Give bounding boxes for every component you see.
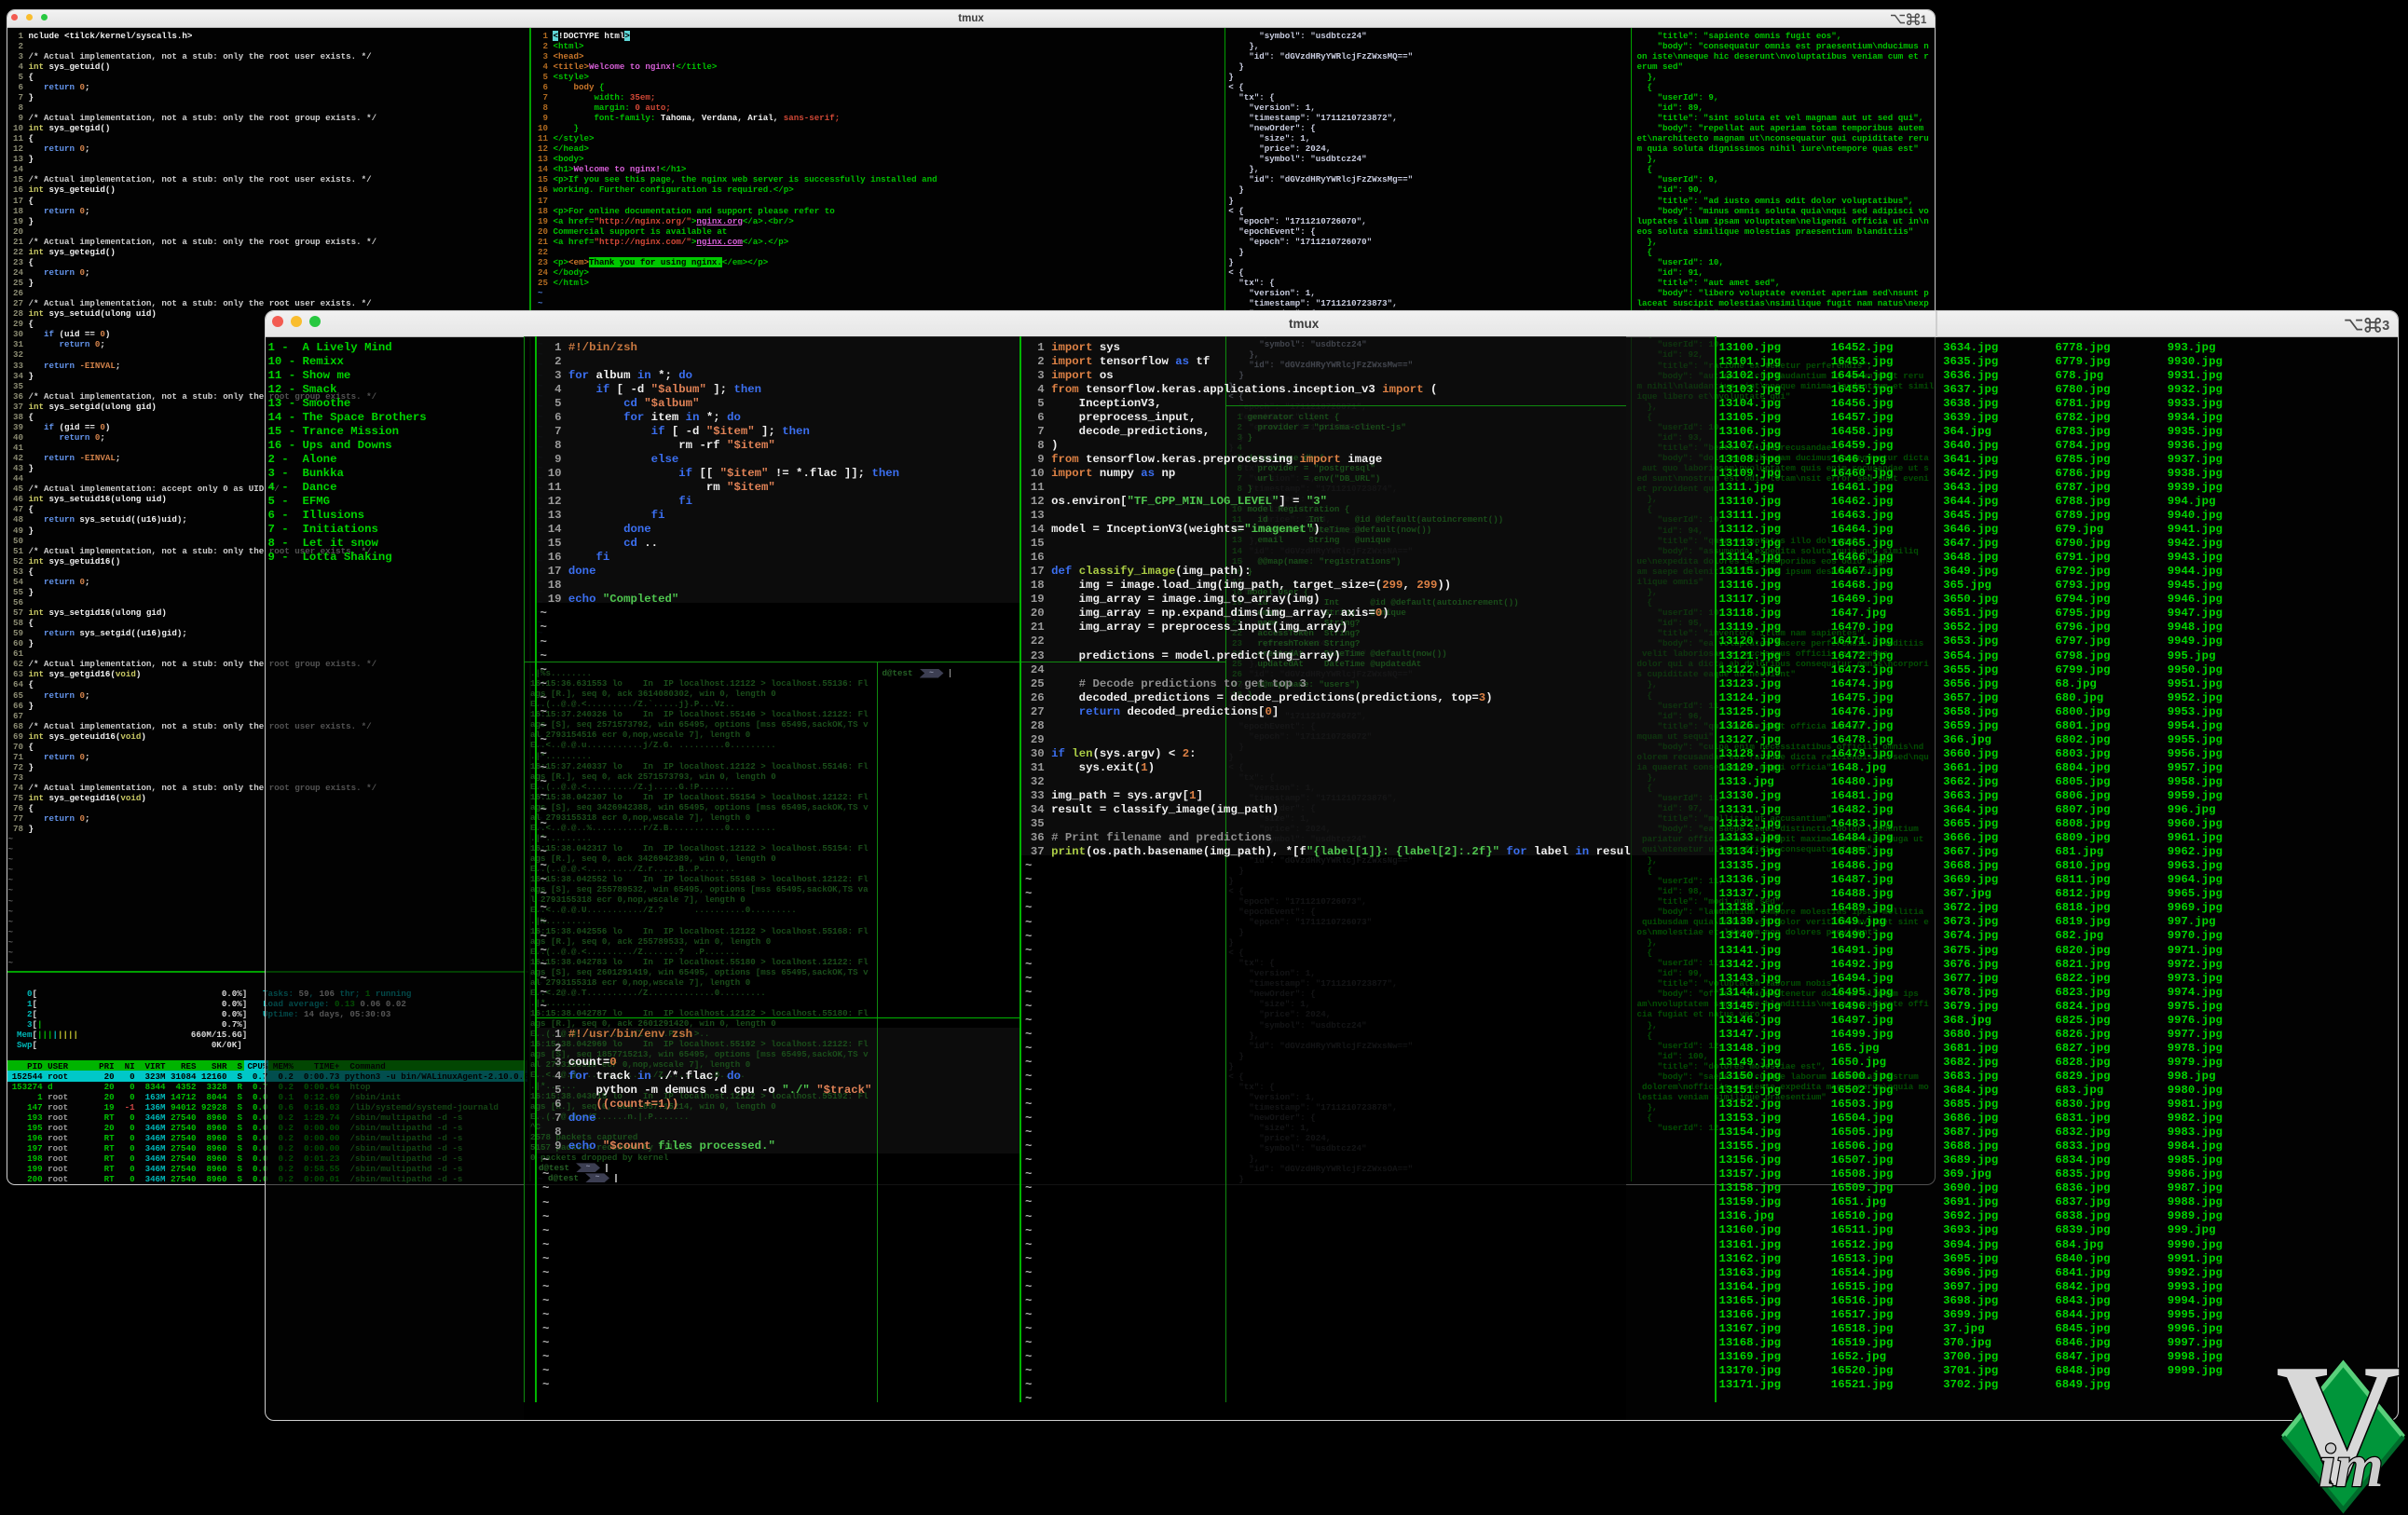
svg-text:im: im [2319,1432,2384,1500]
svg-text:3: 3 [2382,319,2389,333]
svg-text:1: 1 [1921,15,1927,25]
